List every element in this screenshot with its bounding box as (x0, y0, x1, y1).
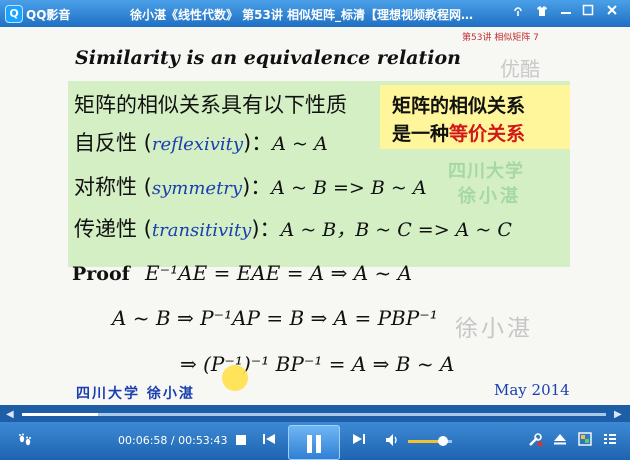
previous-button[interactable] (260, 432, 278, 450)
symmetry-math: A ~ B => B ~ A (271, 177, 427, 199)
maximize-icon[interactable] (578, 4, 598, 22)
skin-icon[interactable] (532, 4, 552, 22)
paren-open: ( (137, 217, 152, 241)
transitivity-math: A ~ B，B ~ C => A ~ C (280, 219, 512, 241)
callout-highlight: 等价关系 (449, 123, 526, 145)
previous-icon (263, 434, 275, 444)
qq-player-logo-icon[interactable]: Q (5, 5, 23, 23)
footer-date: May 2014 (494, 381, 570, 399)
pointer-highlight (222, 365, 248, 391)
app-name[interactable]: QQ影音 (26, 6, 70, 23)
current-time: 00:06:58 (118, 434, 168, 447)
eject-icon[interactable] (551, 432, 569, 450)
reflexivity-math: A ~ A (272, 133, 328, 155)
property-title: 矩阵的相似关系具有以下性质 (74, 93, 347, 117)
reflexivity-en: reflexivity (151, 134, 244, 155)
progress-fill (22, 413, 98, 416)
proof-line-2: A ~ B ⇒ P⁻¹AP = B ⇒ A = PBP⁻¹ (112, 306, 438, 330)
callout-line1: 矩阵的相似关系 (392, 95, 526, 117)
pause-button[interactable] (288, 425, 340, 460)
seek-back-icon[interactable]: ◀ (6, 409, 14, 420)
time-separator: / (167, 434, 179, 447)
slide-number: 第53讲 相似矩阵 7 (462, 33, 539, 43)
transitivity-line: 传递性 (transitivity)：A ~ B，B ~ C => A ~ C (74, 213, 512, 243)
equivalence-callout: 矩阵的相似关系 是一种等价关系 (380, 85, 570, 149)
footprint-icon[interactable] (14, 432, 36, 450)
next-icon (353, 434, 365, 444)
screen-icon[interactable] (576, 432, 594, 450)
symmetry-zh: 对称性 (74, 175, 137, 199)
title-bar: Q QQ影音 徐小湛《线性代数》 第53讲 相似矩阵_标清【理想视频教程网… (0, 0, 630, 27)
paren-close: )： (251, 217, 281, 241)
tools-icon[interactable] (526, 432, 544, 450)
time-display: 00:06:58 / 00:53:43 (118, 434, 228, 447)
school-watermark: 四川大学 (448, 161, 524, 182)
callout-prefix: 是一种 (392, 123, 450, 145)
volume-icon[interactable] (382, 432, 402, 450)
control-bar: 00:06:58 / 00:53:43 (0, 422, 630, 460)
volume-knob[interactable] (438, 436, 449, 446)
pin-icon[interactable] (508, 4, 528, 22)
total-time: 00:53:43 (178, 434, 228, 447)
paren-open: ( (137, 175, 152, 199)
stop-icon (236, 435, 246, 445)
paren-close: )： (242, 175, 272, 199)
progress-bar[interactable] (22, 413, 606, 416)
symmetry-en: symmetry (151, 178, 243, 199)
symmetry-line: 对称性 (symmetry)：A ~ B => B ~ A (74, 171, 427, 201)
video-area[interactable]: Similarity is an equivalence relation 第5… (0, 27, 630, 405)
youku-watermark: 优酷 (500, 57, 540, 81)
footer-school: 四川大学 徐小湛 (76, 386, 195, 402)
proof-line-3: ⇒ (P⁻¹)⁻¹ BP⁻¹ = A ⇒ B ~ A (180, 352, 455, 376)
window-title: 徐小湛《线性代数》 第53讲 相似矩阵_标清【理想视频教程网… (130, 8, 474, 22)
progress-area: ◀ ▶ (0, 405, 630, 422)
paren-open: ( (137, 131, 152, 155)
slide-heading: Similarity is an equivalence relation (75, 47, 461, 69)
pause-icon (307, 434, 321, 453)
volume-slider[interactable] (408, 436, 452, 446)
playlist-icon[interactable] (601, 432, 619, 450)
transitivity-en: transitivity (151, 220, 252, 241)
callout-line2: 是一种等价关系 (392, 119, 525, 146)
name-watermark: 徐小湛 (458, 186, 521, 207)
paren-close: )： (243, 131, 273, 155)
next-button[interactable] (350, 432, 368, 450)
proof-label: Proof (72, 263, 130, 285)
seek-forward-icon[interactable]: ▶ (614, 409, 622, 420)
minimize-icon[interactable] (556, 4, 576, 22)
transitivity-zh: 传递性 (74, 217, 137, 241)
close-icon[interactable] (602, 4, 622, 22)
stop-button[interactable] (232, 432, 250, 450)
reflexivity-line: 自反性 (reflexivity)：A ~ A (74, 127, 328, 157)
proof-line-1: E⁻¹AE = EAE = A ⇒ A ~ A (145, 261, 413, 285)
reflexivity-zh: 自反性 (74, 131, 137, 155)
signature-watermark: 徐小湛 (455, 316, 533, 342)
